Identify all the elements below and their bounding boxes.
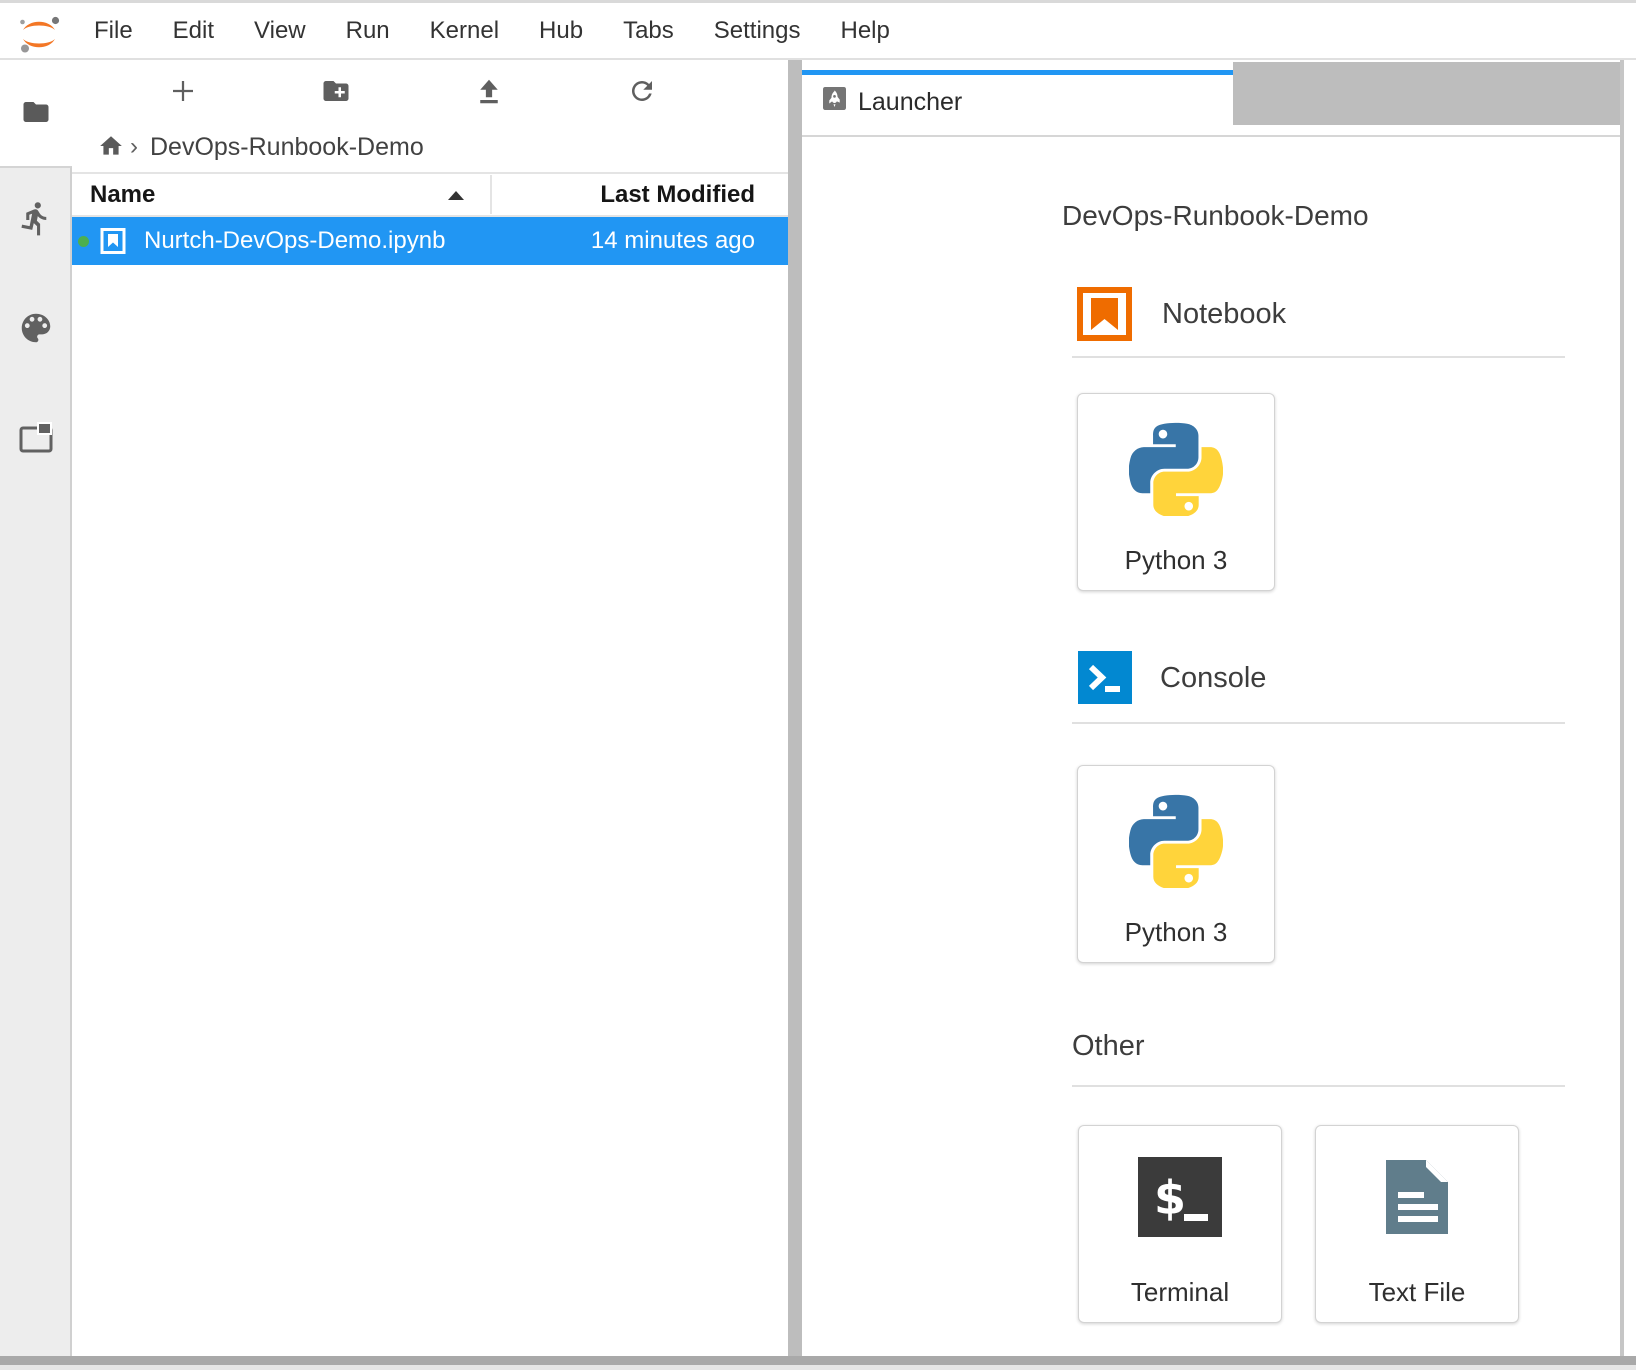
card-label: Python 3 <box>1125 917 1228 948</box>
section-divider <box>1072 1085 1565 1087</box>
python-logo <box>1129 794 1223 893</box>
upload-icon <box>474 76 504 106</box>
notebook-file-icon <box>100 227 126 260</box>
dock-tab-bar <box>1233 62 1620 125</box>
menu-help[interactable]: Help <box>820 17 909 45</box>
jupyterlab-window: File Edit View Run Kernel Hub Tabs Setti… <box>0 0 1636 1370</box>
active-tab-indicator <box>802 70 1233 75</box>
section-divider <box>1072 356 1565 358</box>
running-kernel-dot <box>78 236 89 247</box>
card-label: Python 3 <box>1125 545 1228 576</box>
upload-button[interactable] <box>471 73 507 109</box>
text-file-icon <box>1376 1154 1458 1245</box>
refresh-icon <box>627 76 657 106</box>
window-right-edge <box>1620 60 1624 1356</box>
tab-bar-underline <box>802 135 1620 137</box>
file-last-modified: 14 minutes ago <box>591 217 755 265</box>
column-divider <box>490 175 492 214</box>
card-label: Terminal <box>1131 1277 1229 1308</box>
menu-edit[interactable]: Edit <box>153 17 234 45</box>
section-heading-notebook: Notebook <box>1162 294 1286 334</box>
launcher-card-notebook-python3[interactable]: Python 3 <box>1077 393 1275 591</box>
console-icon <box>1078 651 1132 710</box>
menu-items: File Edit View Run Kernel Hub Tabs Setti… <box>74 3 910 58</box>
python-logo <box>1129 422 1223 521</box>
menu-hub[interactable]: Hub <box>519 17 603 45</box>
menu-kernel[interactable]: Kernel <box>410 17 519 45</box>
section-divider <box>1072 722 1565 724</box>
folder-icon[interactable] <box>19 97 53 132</box>
new-launcher-button[interactable] <box>165 73 201 109</box>
menu-bar: File Edit View Run Kernel Hub Tabs Setti… <box>0 3 1636 60</box>
panel-splitter[interactable] <box>788 60 802 1356</box>
home-icon <box>97 133 125 159</box>
launcher-tab-label: Launcher <box>858 89 962 115</box>
section-heading-other: Other <box>1072 1026 1145 1066</box>
tabs-icon[interactable] <box>18 420 54 459</box>
launcher-card-text-file[interactable]: Text File <box>1315 1125 1519 1323</box>
svg-text:$: $ <box>1154 1171 1186 1225</box>
launcher-card-terminal[interactable]: $ Terminal <box>1078 1125 1282 1323</box>
column-header-last-modified[interactable]: Last Modified <box>600 174 755 215</box>
column-header-name[interactable]: Name <box>90 174 155 215</box>
refresh-button[interactable] <box>624 73 660 109</box>
new-folder-icon <box>321 76 351 106</box>
sort-ascending-icon[interactable] <box>448 191 464 200</box>
notebook-icon <box>1077 287 1132 346</box>
new-launcher-icon <box>168 76 198 106</box>
file-name: Nurtch-DevOps-Demo.ipynb <box>144 217 445 265</box>
window-bottom-edge <box>0 1356 1636 1365</box>
rocket-icon <box>823 87 846 115</box>
palette-icon[interactable] <box>17 309 55 352</box>
section-heading-console: Console <box>1160 658 1266 698</box>
breadcrumb-separator: › <box>130 133 138 161</box>
new-folder-button[interactable] <box>318 73 354 109</box>
terminal-icon: $ <box>1138 1154 1222 1245</box>
breadcrumb-current-folder[interactable]: DevOps-Runbook-Demo <box>150 133 424 161</box>
launcher-card-console-python3[interactable]: Python 3 <box>1077 765 1275 963</box>
file-list-header: Name Last Modified <box>72 172 788 217</box>
file-row-selected[interactable]: Nurtch-DevOps-Demo.ipynb 14 minutes ago <box>72 217 788 265</box>
menu-tabs[interactable]: Tabs <box>603 17 694 45</box>
breadcrumb-home[interactable] <box>97 133 125 164</box>
menu-run[interactable]: Run <box>326 17 410 45</box>
running-man-icon[interactable] <box>17 200 54 242</box>
menu-settings[interactable]: Settings <box>694 17 821 45</box>
menu-file[interactable]: File <box>74 17 153 45</box>
jupyter-logo <box>16 14 62 59</box>
card-label: Text File <box>1369 1277 1466 1308</box>
window-bottom-edge-light <box>0 1365 1636 1370</box>
menu-view[interactable]: View <box>234 17 326 45</box>
launcher-title: DevOps-Runbook-Demo <box>1062 200 1369 232</box>
